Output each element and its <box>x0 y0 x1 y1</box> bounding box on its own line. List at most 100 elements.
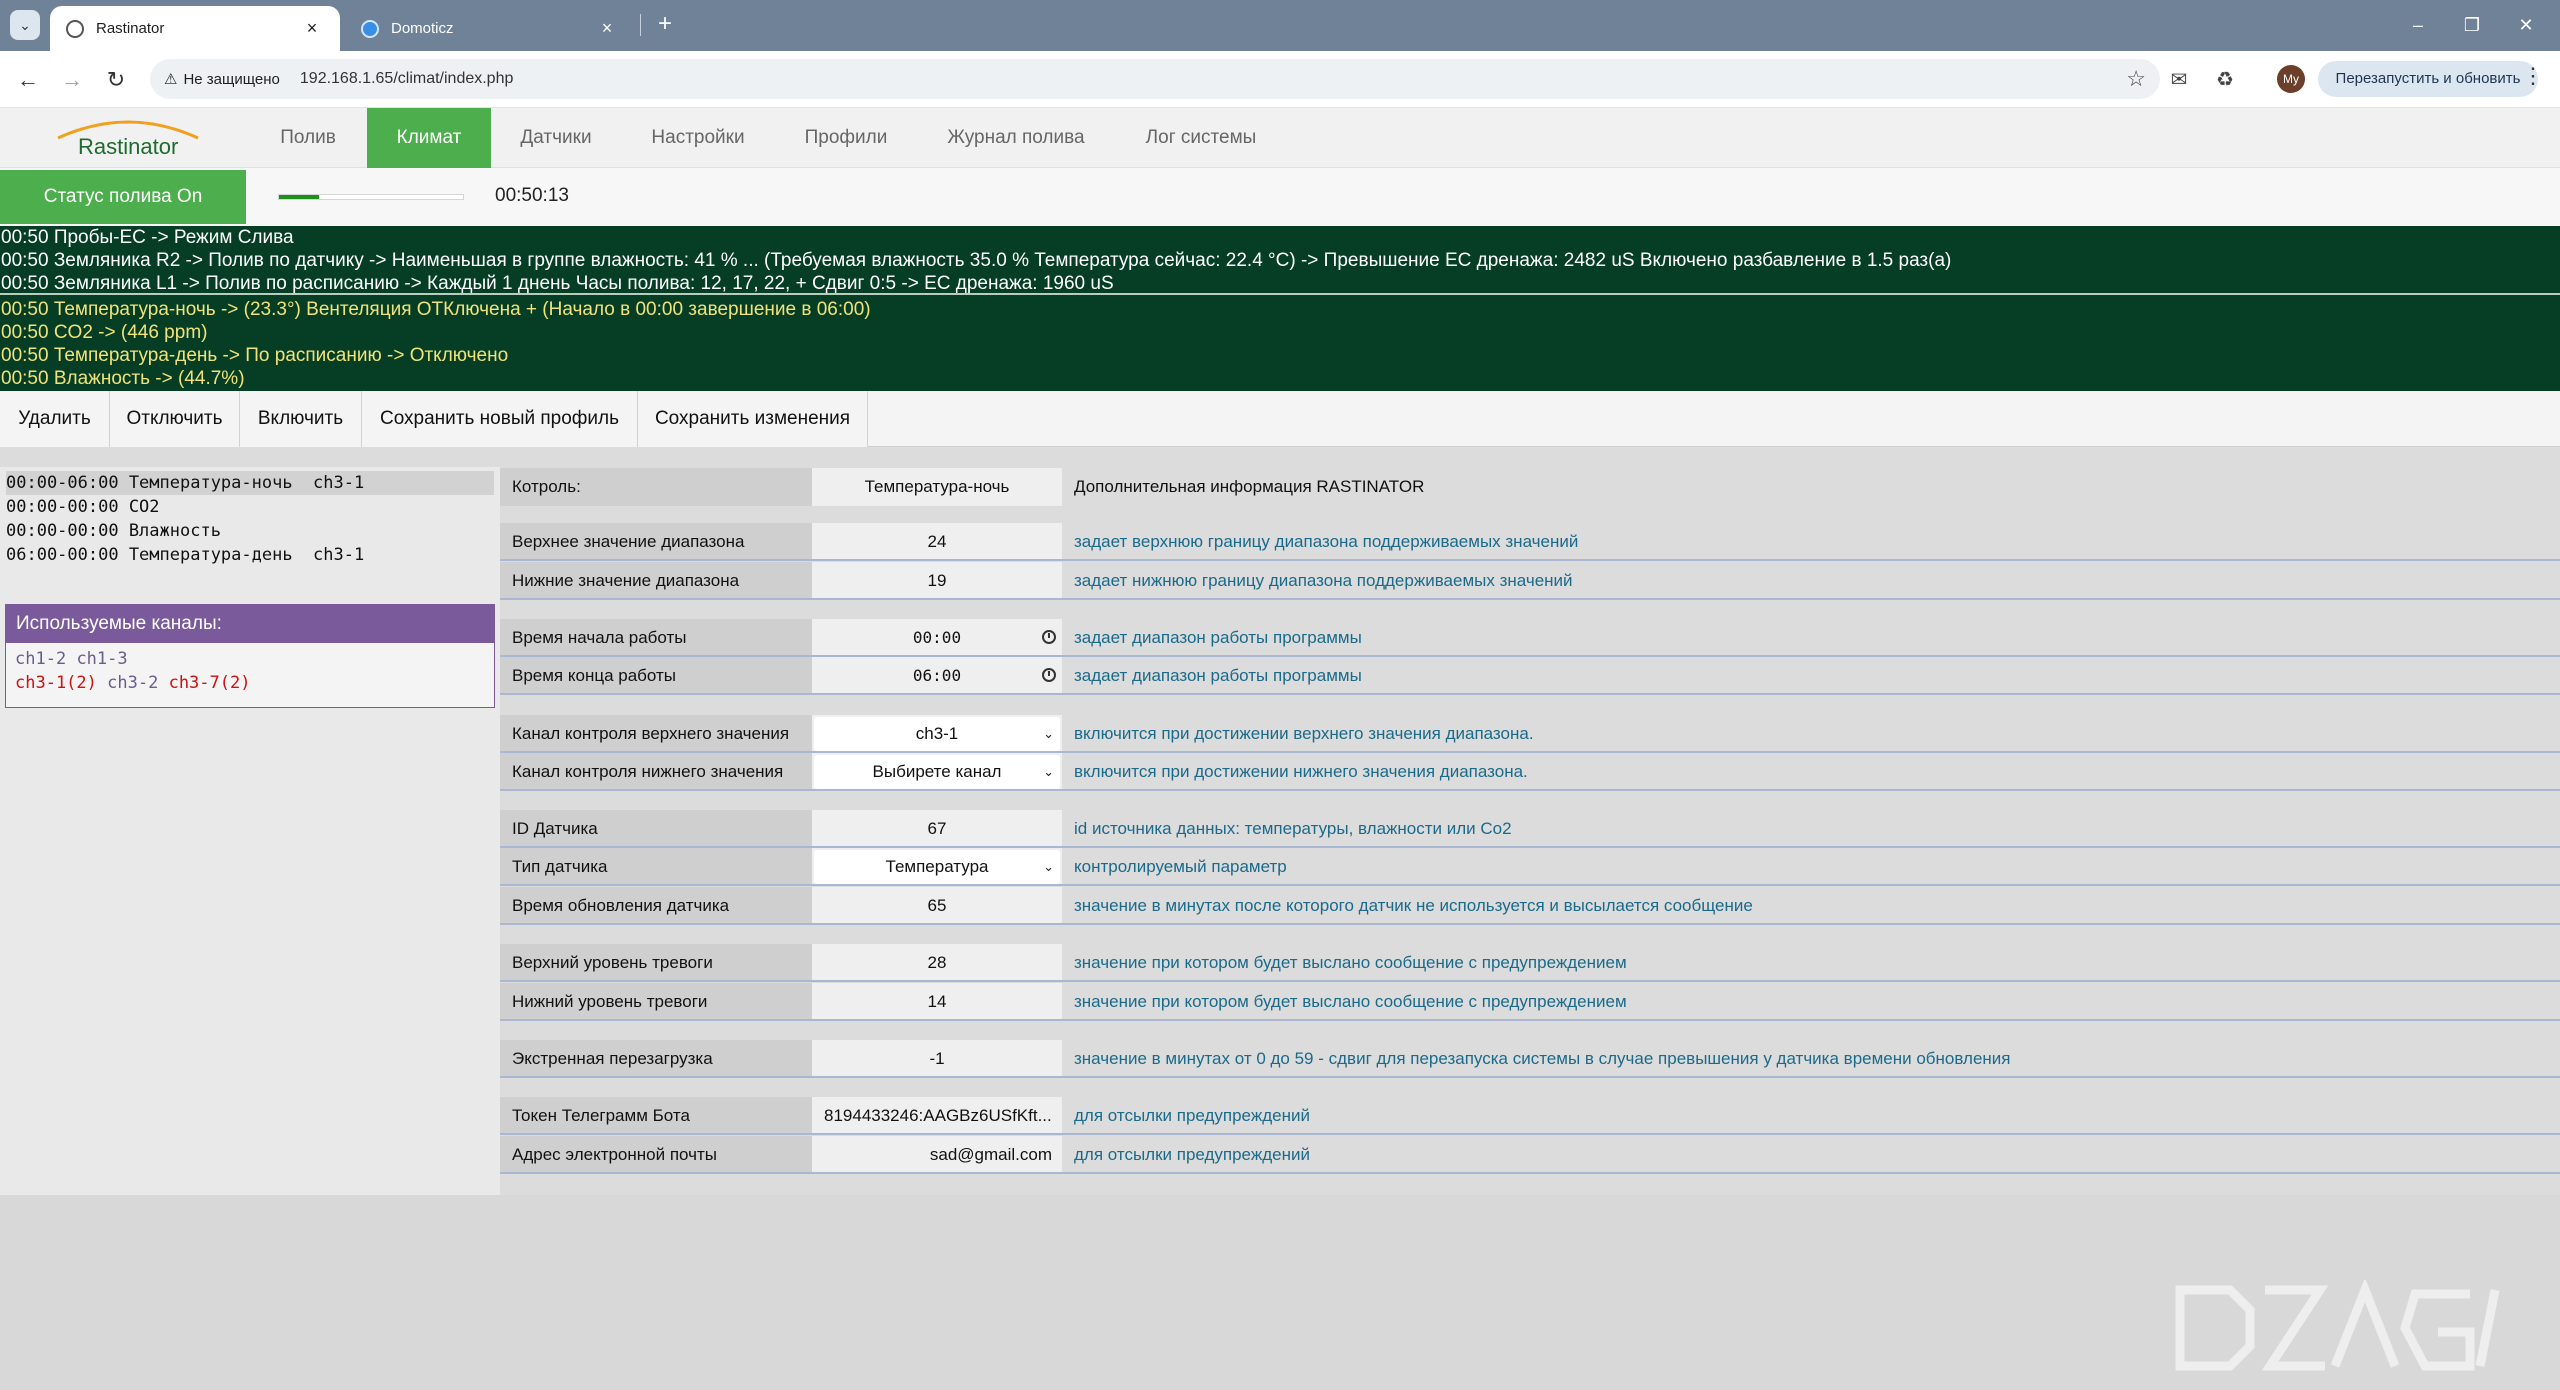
channel-tag: ch3-1(2) <box>15 673 97 693</box>
disable-button[interactable]: Отключить <box>110 391 240 447</box>
alarm-high-row: Верхний уровень тревоги 28 значение при … <box>500 944 2560 982</box>
warning-icon: ⚠ <box>164 71 178 88</box>
chevron-down-icon: ⌄ <box>19 16 31 33</box>
extensions-puzzle-icon[interactable]: ♻ <box>2209 64 2241 96</box>
start-time-row: Время начала работы 00:00 задает диапазо… <box>500 619 2560 657</box>
start-time-input[interactable]: 00:00 <box>812 619 1062 655</box>
used-channels-title: Используемые каналы: <box>6 605 494 643</box>
close-icon[interactable]: × <box>300 18 324 39</box>
new-tab-button[interactable]: + <box>650 10 680 40</box>
delete-button[interactable]: Удалить <box>0 391 110 447</box>
sensor-id-input[interactable]: 67 <box>812 810 1062 846</box>
bookmark-star-icon[interactable]: ☆ <box>2126 66 2146 92</box>
save-new-profile-button[interactable]: Сохранить новый профиль <box>362 391 638 447</box>
climate-settings-form: Котроль: Температура-ночь Дополнительная… <box>500 447 2560 1195</box>
nav-klimat[interactable]: Климат <box>367 108 491 168</box>
upper-channel-select[interactable]: ch3-1 ⌄ <box>814 717 1060 751</box>
clock-icon[interactable] <box>1042 630 1056 644</box>
channels-line-1: ch1-2 ch1-3 <box>6 647 494 671</box>
selected-value: Выбирете канал <box>872 762 1002 781</box>
nav-poliv[interactable]: Полив <box>252 108 364 168</box>
nav-log-sistemy[interactable]: Лог системы <box>1116 108 1286 168</box>
nav-datchiki[interactable]: Датчики <box>492 108 620 168</box>
field-label: Канал контроля верхнего значения <box>500 715 812 751</box>
field-label: Экстренная перезагрузка <box>500 1040 812 1076</box>
close-icon[interactable]: × <box>595 18 619 39</box>
tab-rastinator[interactable]: Rastinator × <box>50 6 340 51</box>
log-line: 00:50 Влажность -> (44.7%) <box>1 368 245 389</box>
upper-value-input[interactable]: 24 <box>812 523 1062 559</box>
sensor-type-select[interactable]: Температура ⌄ <box>814 850 1060 884</box>
nav-zhurnal-poliva[interactable]: Журнал полива <box>926 108 1106 168</box>
enable-button[interactable]: Включить <box>240 391 362 447</box>
emergency-reboot-input[interactable]: -1 <box>812 1040 1062 1076</box>
nav-nastroyki[interactable]: Настройки <box>630 108 766 168</box>
selected-value: ch3-1 <box>915 724 959 743</box>
field-info: значение при котором будет выслано сообщ… <box>1062 944 2560 980</box>
lower-value-input[interactable]: 19 <box>812 562 1062 598</box>
clock-icon[interactable] <box>1042 668 1056 682</box>
extension-gmail-icon[interactable]: ✉ <box>2163 64 2195 96</box>
field-label: Время конца работы <box>500 657 812 693</box>
field-info: задает нижнюю границу диапазона поддержи… <box>1062 562 2560 598</box>
field-label: ID Датчика <box>500 810 812 846</box>
schedule-item[interactable]: 00:00-00:00 Влажность <box>6 519 494 543</box>
forward-icon[interactable]: → <box>56 64 88 96</box>
chevron-down-icon: ⌄ <box>1043 764 1054 779</box>
tab-domoticz[interactable]: Domoticz × <box>345 6 635 51</box>
relaunch-update-button[interactable]: Перезапустить и обновить <box>2318 61 2538 97</box>
field-info: для отсылки предупреждений <box>1062 1136 2560 1172</box>
log-line: 00:50 Земляника L1 -> Полив по расписани… <box>0 272 2560 295</box>
field-label: Тип датчика <box>500 848 812 884</box>
close-window-icon[interactable]: ✕ <box>2506 10 2546 40</box>
sensor-id-row: ID Датчика 67 id источника данных: темпе… <box>500 810 2560 848</box>
field-info: значение в минутах от 0 до 59 - сдвиг дл… <box>1062 1040 2560 1076</box>
field-info: значение в минутах после которого датчик… <box>1062 887 2560 923</box>
chevron-down-icon: ⌄ <box>1043 726 1054 741</box>
minimize-icon[interactable]: – <box>2398 10 2438 40</box>
end-time-input[interactable]: 06:00 <box>812 657 1062 693</box>
security-chip[interactable]: ⚠ Не защищено <box>164 70 280 89</box>
lower-channel-cell: Выбирете канал ⌄ <box>812 753 1062 789</box>
email-row: Адрес электронной почты sad@gmail.com дл… <box>500 1136 2560 1174</box>
end-time-row: Время конца работы 06:00 задает диапазон… <box>500 657 2560 695</box>
alarm-low-input[interactable]: 14 <box>812 983 1062 1019</box>
kebab-menu-icon[interactable]: ⋮ <box>2518 63 2548 95</box>
avatar[interactable]: My <box>2277 65 2305 93</box>
tab-search-button[interactable]: ⌄ <box>10 10 40 40</box>
nav-profili[interactable]: Профили <box>776 108 916 168</box>
save-changes-button[interactable]: Сохранить изменения <box>638 391 868 447</box>
sensor-type-row: Тип датчика Температура ⌄ контролируемый … <box>500 848 2560 886</box>
lower-channel-select[interactable]: Выбирете канал ⌄ <box>814 755 1060 789</box>
email-input[interactable]: sad@gmail.com <box>812 1136 1062 1172</box>
log-line: 00:50 Температура-ночь -> (23.3°) Вентел… <box>1 299 871 320</box>
restore-icon[interactable]: ❐ <box>2452 10 2492 40</box>
security-label: Не защищено <box>183 70 280 88</box>
watering-timer: 00:50:13 <box>495 185 569 206</box>
field-info: контролируемый параметр <box>1062 848 2560 884</box>
end-time-value: 06:00 <box>912 666 962 685</box>
channel-tag: ch3-2 <box>107 673 159 693</box>
rastinator-logo[interactable]: Rastinator <box>48 112 208 164</box>
schedule-item[interactable]: 00:00-00:00 CO2 <box>6 495 494 519</box>
address-bar[interactable]: ⚠ Не защищено 192.168.1.65/climat/index.… <box>150 59 2160 99</box>
used-channels-box: Используемые каналы: ch1-2 ch1-3 ch3-1(2… <box>5 604 495 708</box>
url-text[interactable]: 192.168.1.65/climat/index.php <box>300 70 2126 88</box>
progress-fill <box>279 195 320 199</box>
tab-separator <box>640 14 641 36</box>
schedule-item[interactable]: 00:00-06:00 Температура-ночь ch3-1 <box>6 471 494 495</box>
reload-icon[interactable]: ↻ <box>100 64 132 96</box>
back-icon[interactable]: ← <box>12 64 44 96</box>
upper-value-row: Верхнее значение диапазона 24 задает вер… <box>500 523 2560 561</box>
form-header-row: Котроль: Температура-ночь Дополнительная… <box>500 468 2560 506</box>
schedule-item[interactable]: 06:00-00:00 Температура-день ch3-1 <box>6 543 494 567</box>
field-label: Котроль: <box>500 468 812 506</box>
alarm-high-input[interactable]: 28 <box>812 944 1062 980</box>
emergency-reboot-row: Экстренная перезагрузка -1 значение в ми… <box>500 1040 2560 1078</box>
sensor-update-row: Время обновления датчика 65 значение в м… <box>500 887 2560 925</box>
telegram-token-input[interactable]: 8194433246:AAGBz6USfKft... <box>812 1097 1062 1133</box>
sensor-update-input[interactable]: 65 <box>812 887 1062 923</box>
log-line: 00:50 Земляника R2 -> Полив по датчику -… <box>1 250 1952 271</box>
field-label: Адрес электронной почты <box>500 1136 812 1172</box>
watering-status-button[interactable]: Статус полива On <box>0 170 246 224</box>
